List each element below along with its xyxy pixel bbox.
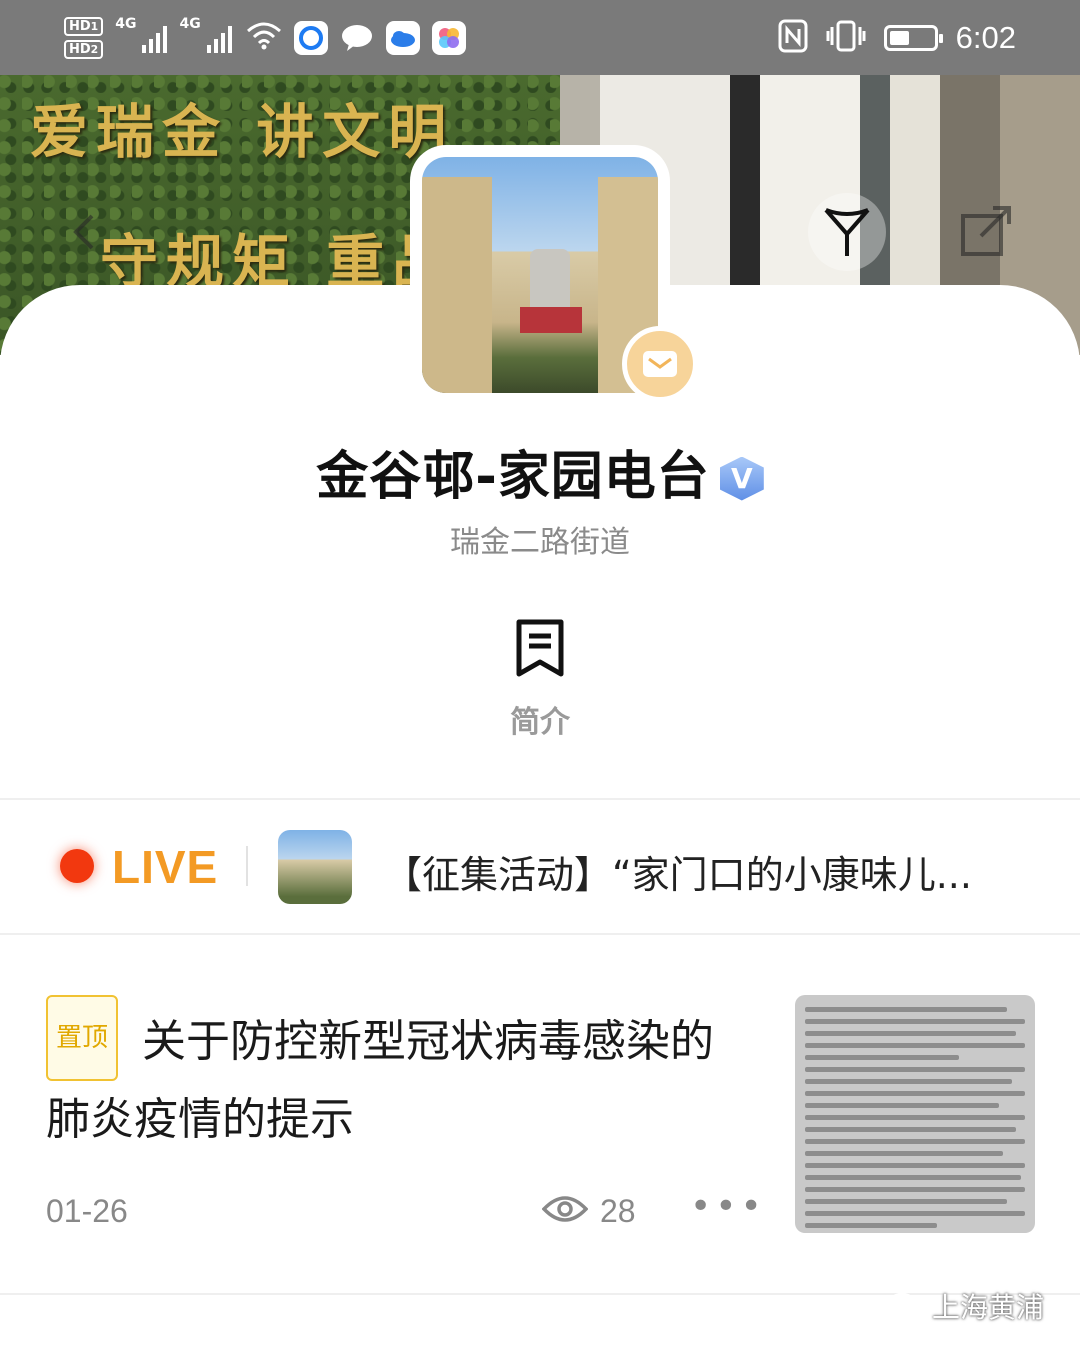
live-title: 【征集活动】“家门口的小康味儿... [384,853,972,897]
hd-2-label: HD2 [64,40,104,59]
intro-label: 简介 [510,705,570,740]
filter-icon [824,208,870,256]
signal-1-icon [142,23,168,53]
live-dot-icon [60,849,94,883]
hd-1-label: HD1 [64,17,104,36]
message-app-icon [340,21,374,55]
network-1-label: 4G [115,16,137,32]
watermark-text: 上海黄浦 [931,1291,1044,1324]
share-button[interactable] [948,195,1022,269]
nfc-icon [778,19,808,57]
live-row[interactable]: LIVE 【征集活动】“家门口的小康味儿... [0,800,1080,933]
status-left: HD1 HD2 4G 4G [64,10,466,66]
share-icon [961,206,1011,256]
signal-2-icon [206,23,232,53]
clock: 6:02 [955,20,1016,55]
profile-title-row: 金谷邨-家园电台 V [0,434,1080,509]
live-separator [246,846,248,886]
article-thumbnail [795,995,1035,1233]
battery-icon [883,25,943,51]
back-button[interactable] [48,195,122,269]
view-count: 28 [600,1193,636,1229]
live-thumbnail [278,830,352,904]
gallery-app-icon [431,21,466,55]
wechat-icon [888,1292,924,1319]
message-button[interactable] [622,326,698,402]
more-options-icon[interactable]: ••• [690,1189,766,1225]
status-bar: HD1 HD2 4G 4G 6:02 [0,0,1080,75]
mail-icon [643,351,677,377]
page-title: 金谷邨-家园电台 [316,447,710,507]
status-right: 6:02 [778,14,1016,62]
article-date: 01-26 [46,1193,128,1229]
cloud-app-icon [385,21,420,55]
filter-button[interactable] [808,193,886,271]
bookmark-icon [516,619,564,677]
article-title: 关于防控新型冠状病毒感染的肺炎疫情的提示 [46,1016,715,1145]
article-card[interactable]: 置顶 关于防控新型冠状病毒感染的肺炎疫情的提示 01-26 28 ••• [0,935,1080,1293]
profile-subtitle: 瑞金二路街道 [450,525,630,560]
live-label: LIVE [112,841,219,893]
article-title-block[interactable]: 置顶 关于防控新型冠状病毒感染的肺炎疫情的提示 [46,995,746,1159]
wifi-icon [246,21,282,55]
hedge-slogan-line1: 爱瑞金 讲文明 [30,98,455,166]
back-arrow-icon [73,214,94,250]
eye-icon [542,1196,588,1222]
pinned-badge: 置顶 [46,995,119,1081]
hd-indicators: HD1 HD2 [64,17,104,59]
vibrate-icon [826,19,866,57]
verified-badge-icon: V [719,456,764,501]
browser-app-icon [293,21,328,55]
watermark: 上海黄浦 [888,1286,1044,1326]
network-2-label: 4G [179,16,201,32]
